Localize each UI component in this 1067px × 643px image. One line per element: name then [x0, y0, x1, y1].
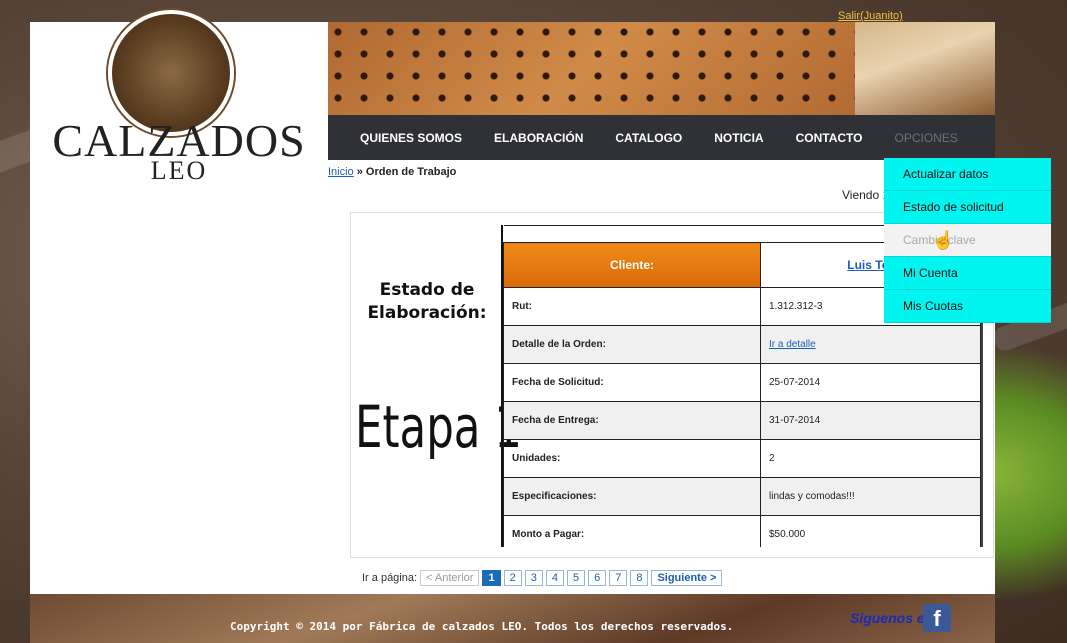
pager-page-5[interactable]: 5	[566, 570, 586, 586]
breadcrumb-separator: »	[353, 166, 366, 178]
logo-area: CALZADOS LEO	[30, 10, 328, 594]
menu-item-cambio-clave[interactable]: Cambio clave	[884, 224, 1051, 257]
row-key: Detalle de la Orden:	[503, 325, 761, 364]
pager-page-7[interactable]: 7	[609, 570, 628, 586]
nav-opciones[interactable]: OPCIONES	[879, 131, 974, 145]
cliente-header: Cliente:	[503, 242, 761, 288]
nav-catalogo[interactable]: CATALOGO	[599, 131, 698, 145]
pager-page-1[interactable]: 1	[482, 570, 501, 586]
row-value: 2	[760, 439, 981, 478]
footer-copyright: Copyright © 2014 por Fábrica de calzados…	[230, 620, 734, 633]
main-nav: QUIENES SOMOS ELABORACIÓN CATALOGO NOTIC…	[328, 115, 995, 160]
row-key: Unidades:	[503, 439, 761, 478]
nav-quienes-somos[interactable]: QUIENES SOMOS	[328, 131, 478, 145]
hand-cursor-icon: ☝	[932, 230, 955, 250]
table-row: Especificaciones: lindas y comodas!!!	[503, 477, 981, 516]
menu-item-actualizar-datos[interactable]: Actualizar datos	[884, 158, 1051, 191]
nav-contacto[interactable]: CONTACTO	[780, 131, 879, 145]
nav-elaboracion[interactable]: ELABORACIÓN	[478, 131, 599, 145]
pager-page-3[interactable]: 3	[524, 570, 543, 586]
table-row: Unidades: 2	[503, 439, 981, 478]
logo-subtitle: LEO	[150, 156, 208, 185]
nav-noticia[interactable]: NOTICIA	[698, 131, 779, 145]
pagination: Ir a página: < Anterior 1 2 3 4 5 6 7 8 …	[362, 570, 723, 586]
table-row: Detalle de la Orden: Ir a detalle	[503, 325, 981, 364]
row-key: Rut:	[503, 287, 761, 326]
opciones-dropdown: Actualizar datos Estado de solicitud Cam…	[884, 158, 1051, 323]
menu-item-estado-solicitud[interactable]: Estado de solicitud	[884, 191, 1051, 224]
row-value: 25-07-2014	[760, 363, 981, 402]
etapa-value: Etapa 1	[355, 393, 522, 461]
row-value: 31-07-2014	[760, 401, 981, 440]
banner-seam	[855, 22, 995, 115]
estado-label: Estado de Elaboración:	[367, 280, 487, 323]
detail-link[interactable]: Ir a detalle	[769, 339, 816, 350]
row-key: Fecha de Solicitud:	[503, 363, 761, 402]
menu-item-mi-cuenta[interactable]: Mi Cuenta	[884, 257, 1051, 290]
row-value: lindas y comodas!!!	[760, 477, 981, 516]
pager-page-6[interactable]: 6	[588, 570, 607, 586]
pager-page-2[interactable]: 2	[503, 570, 522, 586]
pager-next-button[interactable]: Siguiente >	[651, 570, 723, 586]
viewing-text: Viendo 1	[842, 188, 890, 202]
row-key: Especificaciones:	[503, 477, 761, 516]
pager-label: Ir a página:	[362, 572, 418, 584]
table-row: Fecha de Solicitud: 25-07-2014	[503, 363, 981, 402]
logout-link[interactable]: Salir(Juanito)	[838, 10, 903, 22]
row-key: Monto a Pagar:	[503, 515, 761, 547]
row-value: $50.000	[760, 515, 981, 547]
pager-prev-button[interactable]: < Anterior	[420, 570, 480, 586]
breadcrumb: Inicio » Orden de Trabajo	[328, 166, 456, 178]
table-row: Monto a Pagar: $50.000	[503, 515, 981, 547]
breadcrumb-current: Orden de Trabajo	[365, 166, 457, 178]
breadcrumb-home-link[interactable]: Inicio	[328, 166, 354, 178]
header-banner	[328, 22, 995, 115]
menu-item-mis-cuotas[interactable]: Mis Cuotas	[884, 290, 1051, 323]
footer: Copyright © 2014 por Fábrica de calzados…	[30, 594, 995, 643]
pager-page-8[interactable]: 8	[630, 570, 649, 586]
pager-page-4[interactable]: 4	[545, 570, 564, 586]
table-row: Fecha de Entrega: 31-07-2014	[503, 401, 981, 440]
facebook-icon[interactable]: f	[923, 604, 951, 632]
row-key: Fecha de Entrega:	[503, 401, 761, 440]
